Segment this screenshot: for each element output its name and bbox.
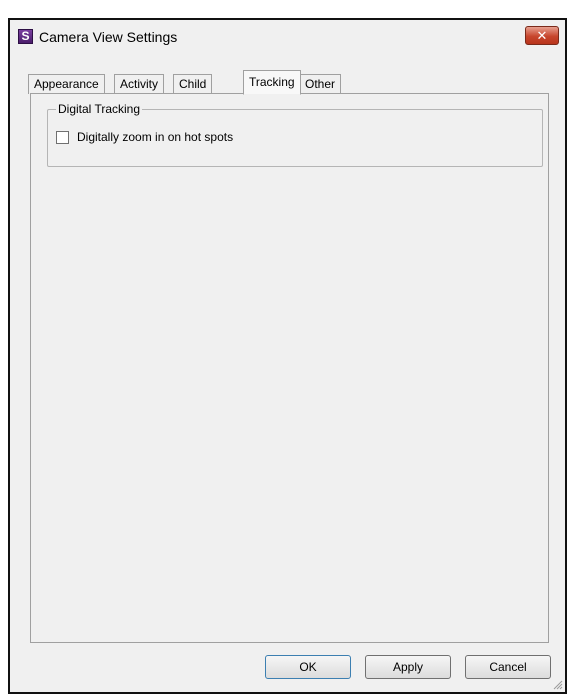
tab-strip: Appearance Activity Child Tracking Other bbox=[28, 70, 548, 95]
zoom-hot-spots-checkbox[interactable] bbox=[56, 131, 69, 144]
apply-button[interactable]: Apply bbox=[365, 655, 451, 679]
window-title: Camera View Settings bbox=[39, 29, 178, 45]
group-title: Digital Tracking bbox=[56, 102, 143, 116]
close-button[interactable]: ✕ bbox=[525, 26, 559, 45]
tab-appearance[interactable]: Appearance bbox=[28, 74, 105, 94]
tab-tracking[interactable]: Tracking bbox=[243, 70, 301, 95]
tab-other[interactable]: Other bbox=[299, 74, 342, 94]
title-bar[interactable]: S Camera View Settings ✕ bbox=[10, 20, 565, 54]
app-logo-icon: S bbox=[18, 29, 33, 44]
tab-activity[interactable]: Activity bbox=[114, 74, 165, 94]
resize-grip-icon[interactable] bbox=[551, 678, 563, 690]
tracking-tab-panel: Digital Tracking Digitally zoom in on ho… bbox=[30, 93, 549, 643]
zoom-hot-spots-label[interactable]: Digitally zoom in on hot spots bbox=[77, 130, 233, 144]
camera-view-settings-dialog: S Camera View Settings ✕ Appearance Acti… bbox=[8, 18, 567, 694]
digital-tracking-group: Digital Tracking Digitally zoom in on ho… bbox=[47, 102, 543, 167]
tab-child[interactable]: Child bbox=[173, 74, 213, 94]
ok-button[interactable]: OK bbox=[265, 655, 351, 679]
cancel-button[interactable]: Cancel bbox=[465, 655, 551, 679]
close-icon: ✕ bbox=[536, 28, 548, 43]
